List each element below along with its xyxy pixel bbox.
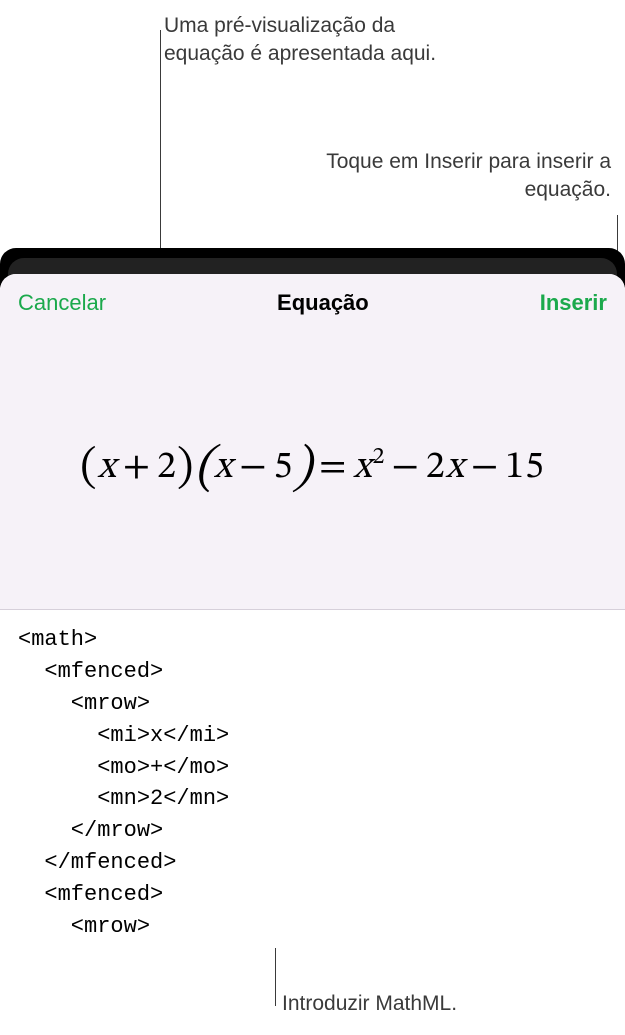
callout-mathml-text: Introduzir MathML.	[282, 990, 582, 1018]
equation-sheet: Cancelar Equação Inserir (x+2)(x−5)=x2−2…	[0, 274, 625, 974]
callout-mathml-line	[275, 948, 276, 1006]
equation-preview: (x+2)(x−5)=x2−2x−15	[80, 437, 545, 502]
callout-preview-text: Uma pré-visualização da equação é aprese…	[164, 12, 444, 69]
cancel-button[interactable]: Cancelar	[18, 290, 106, 316]
callout-insert-text: Toque em Inserir para inserir a equação.	[301, 148, 611, 205]
insert-button[interactable]: Inserir	[540, 290, 607, 316]
equation-preview-area: (x+2)(x−5)=x2−2x−15	[0, 330, 625, 610]
mathml-input[interactable]: <math> <mfenced> <mrow> <mi>x</mi> <mo>+…	[0, 610, 625, 957]
sheet-title: Equação	[277, 290, 369, 316]
sheet-header: Cancelar Equação Inserir	[0, 274, 625, 330]
